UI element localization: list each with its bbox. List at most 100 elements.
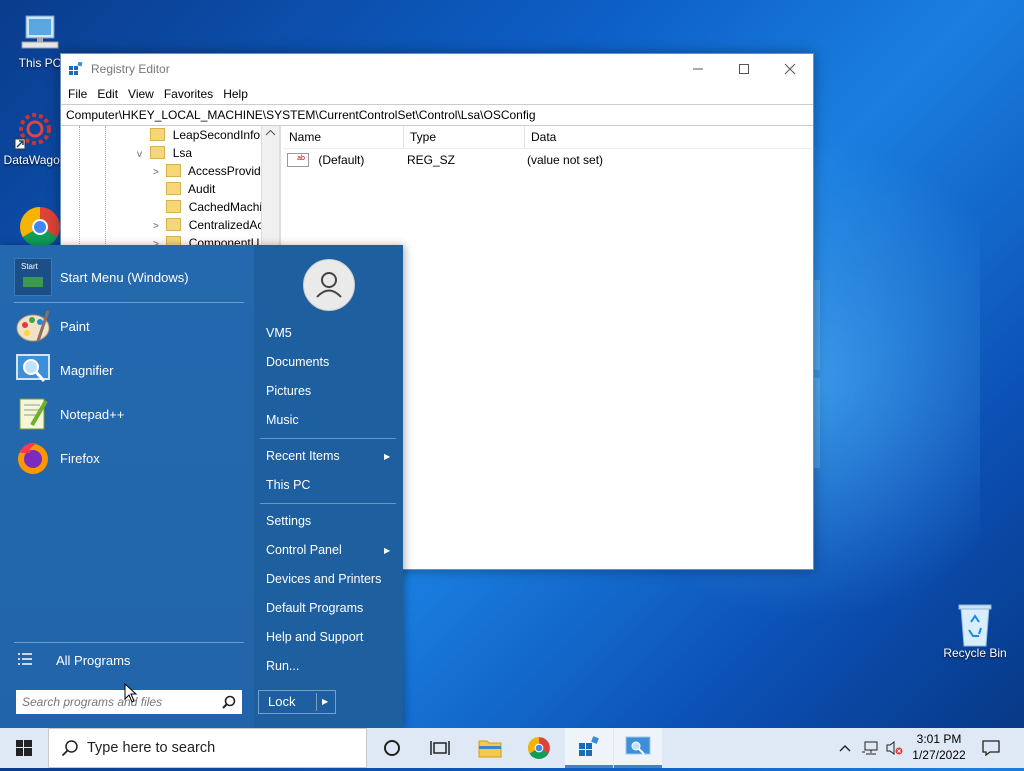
maximize-icon xyxy=(739,64,749,74)
divider xyxy=(260,503,396,504)
registry-editor-icon xyxy=(579,735,599,756)
start-button[interactable] xyxy=(0,728,48,768)
tree-node[interactable]: CachedMachi xyxy=(153,198,262,216)
start-menu: Start Start Menu (Windows) Paint Magnifi… xyxy=(0,245,403,728)
folder-icon xyxy=(166,182,182,196)
tree-node[interactable]: Audit xyxy=(153,180,215,198)
cortana-icon xyxy=(384,740,400,756)
desktop-icon-label: DataWagon xyxy=(3,153,67,167)
menu-favorites[interactable]: Favorites xyxy=(159,87,218,101)
chevron-right-icon[interactable]: ▶ xyxy=(322,691,328,713)
magnifier-icon xyxy=(625,736,651,755)
clock-date: 1/27/2022 xyxy=(912,748,966,762)
tree-node-label: CachedMachi xyxy=(188,200,263,214)
program-paint[interactable]: Paint xyxy=(14,307,90,345)
menu-view[interactable]: View xyxy=(123,87,159,101)
volume-muted-icon xyxy=(886,741,903,755)
menu-edit[interactable]: Edit xyxy=(92,87,123,101)
desktop-icon-recycle-bin[interactable]: Recycle Bin xyxy=(938,600,1012,660)
folder-icon xyxy=(166,164,182,178)
close-button[interactable] xyxy=(767,54,813,84)
task-view-button[interactable] xyxy=(416,728,464,768)
clock[interactable]: 3:01 PM 1/27/2022 xyxy=(905,731,973,763)
gear-app-icon xyxy=(13,107,57,151)
network-button[interactable] xyxy=(862,728,880,768)
firefox-icon xyxy=(14,439,52,477)
column-header-type[interactable]: Type xyxy=(404,126,525,148)
program-magnifier[interactable]: Magnifier xyxy=(14,351,113,389)
user-icon xyxy=(316,272,342,298)
program-firefox[interactable]: Firefox xyxy=(14,439,100,477)
registry-editor-icon xyxy=(69,61,83,76)
list-icon xyxy=(18,652,32,668)
chevron-right-icon: ▶ xyxy=(384,546,391,555)
chrome-taskbar-button[interactable] xyxy=(515,728,563,768)
folder-icon xyxy=(166,200,182,214)
address-bar[interactable]: Computer\HKEY_LOCAL_MACHINE\SYSTEM\Curre… xyxy=(61,104,813,126)
chevron-up-icon xyxy=(839,745,851,752)
start-item-recent-items[interactable]: Recent Items xyxy=(266,449,340,463)
start-item-pictures[interactable]: Pictures xyxy=(266,384,311,398)
taskbar-search-input[interactable]: Type here to search xyxy=(48,728,367,768)
show-hidden-icons-button[interactable] xyxy=(838,728,852,768)
menu-help[interactable]: Help xyxy=(218,87,253,101)
tree-node[interactable]: LeapSecondInfor xyxy=(137,126,264,144)
program-label: Notepad++ xyxy=(60,406,125,422)
start-item-devices-printers[interactable]: Devices and Printers xyxy=(266,572,381,586)
close-icon xyxy=(784,63,796,75)
start-item-run[interactable]: Run... xyxy=(266,659,299,673)
search-icon xyxy=(222,695,236,709)
minimize-button[interactable] xyxy=(675,54,721,84)
action-center-button[interactable] xyxy=(982,728,1000,768)
file-explorer-button[interactable] xyxy=(466,728,514,768)
notification-icon xyxy=(982,740,1000,757)
folder-icon xyxy=(478,740,502,758)
tree-node-label: Lsa xyxy=(172,146,193,160)
start-item-user[interactable]: VM5 xyxy=(266,326,292,340)
task-view-icon xyxy=(430,741,450,755)
minimize-icon xyxy=(693,68,703,70)
clock-time: 3:01 PM xyxy=(916,732,962,746)
volume-button[interactable] xyxy=(885,728,903,768)
start-item-help-support[interactable]: Help and Support xyxy=(266,630,363,644)
start-menu-app-icon: Start xyxy=(14,258,52,296)
start-item-control-panel[interactable]: Control Panel xyxy=(266,543,342,557)
list-header: Name Type Data xyxy=(283,126,813,149)
tree-node[interactable]: v Lsa xyxy=(137,144,192,162)
start-item-default-programs[interactable]: Default Programs xyxy=(266,601,363,615)
chevron-right-icon: ▶ xyxy=(384,452,391,461)
menu-file[interactable]: File xyxy=(63,87,92,101)
column-header-data[interactable]: Data xyxy=(525,126,731,148)
cortana-button[interactable] xyxy=(368,728,416,768)
tree-node-label: LeapSecondInfor xyxy=(172,128,265,142)
tree-node-label: Audit xyxy=(188,182,216,196)
paint-icon xyxy=(14,307,52,345)
start-item-documents[interactable]: Documents xyxy=(266,355,329,369)
all-programs-button[interactable]: All Programs xyxy=(18,641,130,679)
desktop-icon-label: This PC xyxy=(18,56,62,70)
start-item-this-pc[interactable]: This PC xyxy=(266,478,310,492)
tree-node[interactable]: > CentralizedAc xyxy=(153,216,263,234)
registry-editor-taskbar-button[interactable] xyxy=(565,728,613,768)
folder-icon xyxy=(166,218,182,232)
tree-node[interactable]: > AccessProvide xyxy=(153,162,267,180)
taskbar: Type here to search 3:01 PM 1/27/2022 xyxy=(0,728,1024,768)
magnifier-taskbar-button[interactable] xyxy=(614,728,662,768)
program-start-menu[interactable]: Start Start Menu (Windows) xyxy=(14,258,189,296)
maximize-button[interactable] xyxy=(721,54,767,84)
value-type-cell: REG_SZ xyxy=(407,153,456,167)
window-title: Registry Editor xyxy=(91,62,170,76)
scroll-up-icon xyxy=(265,129,276,136)
avatar[interactable] xyxy=(303,259,355,311)
chevron-down-icon[interactable]: v xyxy=(137,146,147,164)
lock-button[interactable]: Lock ▶ xyxy=(258,690,336,714)
start-item-settings[interactable]: Settings xyxy=(266,514,311,528)
table-row[interactable]: ab (Default) REG_SZ (value not set) xyxy=(283,149,813,171)
tree-node-label: CentralizedAc xyxy=(188,218,264,232)
value-name-cell: ab (Default) xyxy=(283,153,401,168)
program-notepad-plus-plus[interactable]: Notepad++ xyxy=(14,395,124,433)
magnifier-icon xyxy=(14,351,52,389)
column-header-name[interactable]: Name xyxy=(283,126,404,148)
title-bar[interactable]: Registry Editor xyxy=(61,54,813,84)
start-item-music[interactable]: Music xyxy=(266,413,299,427)
